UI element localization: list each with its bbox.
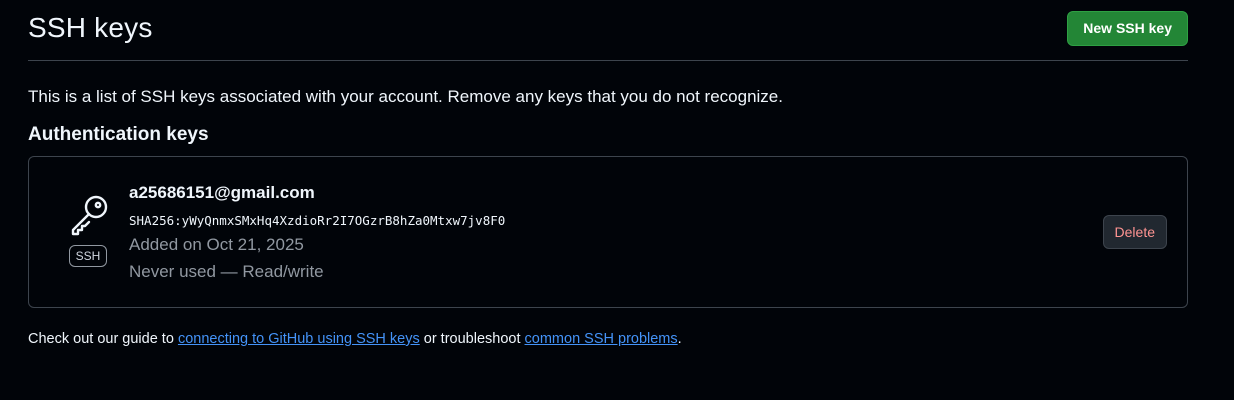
troubleshoot-link[interactable]: common SSH problems [525, 331, 678, 347]
footer-prefix: Check out our guide to [28, 331, 178, 347]
footer-middle: or troubleshoot [419, 331, 525, 347]
section-title: Authentication keys [28, 124, 209, 145]
key-added-date: Added on Oct 21, 2025 [129, 235, 304, 254]
delete-key-button[interactable]: Delete [1102, 215, 1167, 249]
ssh-badge: SSH [69, 245, 107, 267]
key-fingerprint: SHA256:yWyQnmxSMxHq4XzdioRr2I7OGzrB8hZa0… [129, 213, 506, 228]
connecting-guide-link[interactable]: connecting to GitHub using SSH keys [178, 331, 420, 347]
ssh-key-item: SSH a25686151@gmail.com SHA256:yWyQnmxSM… [28, 156, 1188, 308]
key-title: a25686151@gmail.com [129, 183, 315, 202]
key-icon-group: SSH [67, 193, 111, 273]
intro-text: This is a list of SSH keys associated wi… [28, 87, 783, 106]
footer-suffix: . [677, 331, 682, 347]
ssh-keys-page: SSH keys New SSH key This is a list of S… [0, 0, 1234, 400]
new-ssh-key-button[interactable]: New SSH key [1067, 11, 1188, 46]
page-header: SSH keys New SSH key [28, 0, 1188, 61]
footer-guide-text: Check out our guide to connecting to Git… [28, 331, 682, 347]
key-usage-status: Never used — Read/write [129, 262, 324, 281]
key-icon [71, 195, 108, 236]
page-title: SSH keys [28, 12, 153, 43]
